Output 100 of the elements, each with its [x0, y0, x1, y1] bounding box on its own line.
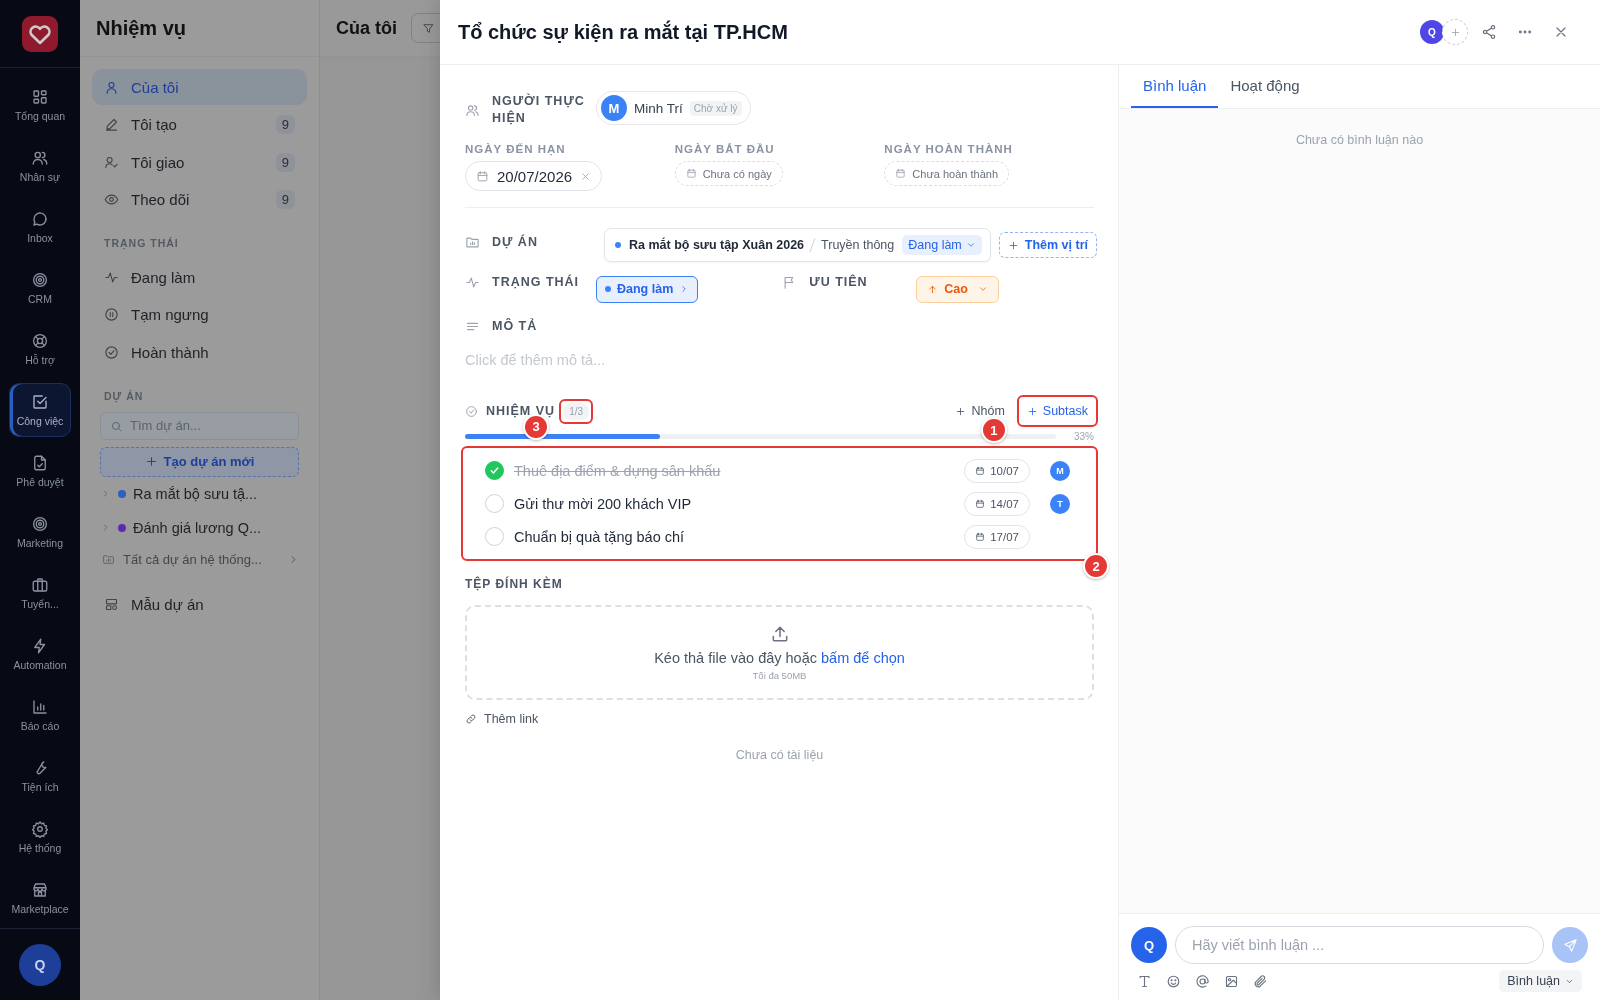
- sidebar-item[interactable]: Tôi giao 9: [92, 144, 307, 180]
- calendar-icon: [895, 168, 907, 179]
- pause-icon: [104, 307, 119, 322]
- chat-bubble-icon: [31, 210, 49, 228]
- field-label: NGƯỜI THỰC HIỆN: [492, 93, 586, 127]
- nav-item[interactable]: Marketplace: [9, 871, 71, 925]
- sidebar-item[interactable]: Tôi tạo 9: [92, 106, 307, 143]
- subtask-title: Gửi thư mời 200 khách VIP: [514, 495, 692, 512]
- add-group-button[interactable]: Nhóm: [955, 404, 1005, 418]
- field-label: MÔ TẢ: [492, 318, 539, 335]
- all-projects-link[interactable]: Tất cả dự án hệ thống...: [92, 544, 307, 575]
- sidebar-item[interactable]: Hoàn thành: [92, 334, 307, 370]
- progress-count: 1/3: [563, 402, 590, 420]
- briefcase-icon: [31, 576, 49, 594]
- chevron-icon: [965, 240, 976, 250]
- status-button[interactable]: Đang làm: [596, 275, 699, 303]
- nav-item[interactable]: Tổng quan: [9, 78, 71, 132]
- person-icon: [104, 79, 119, 95]
- field-label: ƯU TIÊN: [809, 274, 869, 291]
- nav-item[interactable]: Hệ thống: [9, 810, 71, 864]
- subtask-title: Thuê địa điểm & dựng sân khấu: [514, 462, 721, 479]
- empty-message: Chưa có bình luận nào: [1295, 133, 1424, 149]
- priority-dropdown[interactable]: Cao: [916, 275, 999, 303]
- tab[interactable]: Hoạt động: [1218, 65, 1312, 108]
- assignee-avatar: M: [601, 95, 627, 121]
- nav-item[interactable]: Automation: [9, 627, 71, 681]
- bar-chart-icon: [31, 698, 49, 716]
- send-icon: [1562, 937, 1578, 953]
- project-item[interactable]: Đánh giá lương Q...: [92, 510, 307, 545]
- calendar-icon: [476, 169, 489, 183]
- field-label: NGÀY HOÀN THÀNH: [884, 143, 1014, 155]
- field-label: NGÀY ĐẾN HẠN: [465, 143, 567, 155]
- count-badge: 9: [275, 152, 295, 172]
- pencil-icon: [104, 117, 119, 132]
- user-avatar: Q: [1131, 927, 1167, 963]
- folder-icon: [465, 235, 480, 250]
- nav-item[interactable]: Tuyển...: [9, 566, 71, 620]
- plus-icon: [144, 455, 158, 468]
- comment-type-dropdown[interactable]: Bình luận: [1499, 970, 1582, 992]
- share-icon: [1481, 24, 1497, 40]
- page-title: Của tôi: [336, 17, 397, 39]
- people-icon: [31, 149, 49, 167]
- task-title: Tổ chức sự kiện ra mắt tại TP.HCM: [458, 20, 789, 44]
- calendar-icon: [975, 531, 986, 542]
- user-avatar[interactable]: Q: [19, 943, 61, 986]
- eye-icon: [104, 192, 119, 207]
- comment-field[interactable]: Hãy viết bình luận ...: [1175, 926, 1544, 964]
- pulse-icon: [465, 275, 480, 290]
- count-badge: 9: [275, 190, 295, 209]
- watcher-avatar[interactable]: Q: [1420, 20, 1444, 44]
- filter-icon: [422, 21, 435, 35]
- file-size-limit: Tối đa 50MB: [752, 670, 807, 681]
- project-item[interactable]: Ra mắt bộ sưu tậ...: [92, 476, 307, 511]
- field-label: DỰ ÁN: [492, 234, 539, 251]
- calendar-icon: [975, 465, 986, 476]
- search-field[interactable]: Tìm dự án...: [100, 411, 299, 440]
- nav-item[interactable]: Marketing: [9, 505, 71, 559]
- sidebar-item[interactable]: Mẫu dự án: [92, 586, 307, 623]
- add-location-button[interactable]: Thêm vị trí: [998, 232, 1097, 258]
- project-selector[interactable]: Ra mắt bộ sưu tập Xuân 2026 Truyền thông Đang làm: [604, 228, 991, 262]
- mention-icon[interactable]: [1195, 973, 1210, 989]
- choose-file-link[interactable]: bấm để chọn: [821, 650, 905, 666]
- folder-icon: [102, 553, 115, 566]
- tab[interactable]: Bình luận: [1131, 65, 1219, 108]
- search-icon: [110, 419, 123, 433]
- nav-item[interactable]: Phê duyệt: [9, 444, 71, 498]
- image-icon[interactable]: [1224, 973, 1239, 989]
- status-dropdown[interactable]: Đang làm: [902, 235, 982, 255]
- nav-item[interactable]: Công việc: [9, 383, 71, 437]
- add-link-button[interactable]: Thêm link: [465, 712, 539, 726]
- upload-dropzone[interactable]: Kéo thả file vào đây hoặc bấm để chọn Tối đa 50MB: [465, 605, 1094, 700]
- checkbox[interactable]: [485, 461, 504, 480]
- nav-item[interactable]: Tiện ích: [9, 749, 71, 803]
- upload-instructions: Kéo thả file vào đây hoặc bấm để chọn: [654, 650, 905, 666]
- add-subtask-button[interactable]: Subtask: [1020, 399, 1094, 423]
- emoji-icon[interactable]: [1166, 973, 1181, 989]
- arrow-up-icon: [927, 283, 939, 295]
- calendar-icon: [685, 168, 697, 179]
- status-tag: Chờ xử lý: [689, 100, 742, 116]
- nav-item[interactable]: CRM: [9, 261, 71, 315]
- attachment-icon[interactable]: [1253, 973, 1268, 989]
- sidebar-item[interactable]: Đang làm: [92, 259, 307, 295]
- nav-item[interactable]: Hỗ trợ: [9, 322, 71, 376]
- sidebar-item[interactable]: Tạm ngưng: [92, 296, 307, 333]
- nav-item[interactable]: Nhân sự: [9, 139, 71, 193]
- calendar-icon: [975, 498, 986, 509]
- field-label: TRẠNG THÁI: [492, 274, 581, 291]
- count-badge: 9: [275, 115, 295, 134]
- assignee-avatar[interactable]: M: [1050, 460, 1070, 481]
- check-icon: [488, 464, 501, 477]
- storefront-icon: [31, 881, 49, 899]
- progress-percent: 33%: [1074, 431, 1094, 442]
- nav-item[interactable]: Báo cáo: [9, 688, 71, 742]
- text-format-icon[interactable]: [1137, 973, 1152, 989]
- section-heading: TRẠNG THÁI: [103, 236, 180, 252]
- sidebar-item[interactable]: Theo dõi 9: [92, 181, 307, 218]
- assignee-avatar[interactable]: T: [1050, 493, 1070, 514]
- send-button[interactable]: [1552, 927, 1588, 963]
- add-watcher-button[interactable]: [1442, 19, 1468, 45]
- nav-item[interactable]: Inbox: [9, 200, 71, 254]
